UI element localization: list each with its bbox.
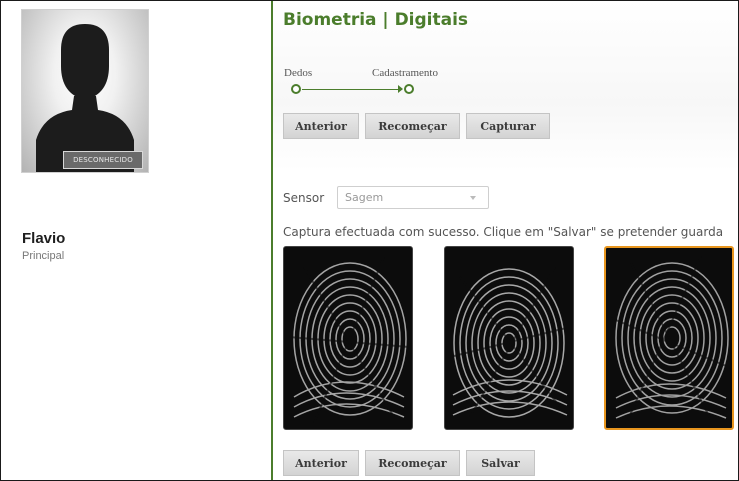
restart-button[interactable]: Recomeçar bbox=[365, 113, 460, 139]
chevron-down-icon bbox=[470, 196, 476, 200]
step-arrow-icon bbox=[398, 85, 403, 93]
save-button[interactable]: Salvar bbox=[466, 450, 535, 476]
fingerprint-icon bbox=[288, 256, 410, 424]
user-role: Principal bbox=[22, 250, 65, 262]
page-title: Biometria | Digitais bbox=[283, 10, 469, 30]
previous-button[interactable]: Anterior bbox=[283, 113, 359, 139]
sensor-value: Sagem bbox=[345, 191, 384, 204]
step-connector bbox=[302, 89, 402, 90]
step-dot-enrollment[interactable] bbox=[404, 84, 414, 94]
window: DESCONHECIDO Flavio Principal Biometria … bbox=[0, 0, 739, 481]
step-dot-fingers[interactable] bbox=[291, 84, 301, 94]
profile-panel: DESCONHECIDO Flavio Principal bbox=[1, 1, 271, 480]
person-silhouette-icon bbox=[36, 24, 134, 172]
capture-message: Captura efectuada com sucesso. Clique em… bbox=[283, 225, 724, 239]
fingerprint-image-2[interactable] bbox=[444, 246, 574, 430]
restart-button-bottom[interactable]: Recomeçar bbox=[365, 450, 460, 476]
fingerprint-image-3[interactable] bbox=[604, 246, 734, 430]
fingerprint-image-1[interactable] bbox=[283, 246, 413, 430]
user-name: Flavio bbox=[22, 230, 66, 247]
previous-button-bottom[interactable]: Anterior bbox=[283, 450, 359, 476]
sensor-select[interactable]: Sagem bbox=[337, 186, 489, 209]
step-label-fingers: Dedos bbox=[284, 67, 313, 79]
status-badge: DESCONHECIDO bbox=[63, 151, 143, 169]
capture-button[interactable]: Capturar bbox=[466, 113, 550, 139]
fingerprint-icon bbox=[610, 255, 732, 425]
step-label-enrollment: Cadastramento bbox=[372, 67, 438, 79]
avatar: DESCONHECIDO bbox=[21, 9, 149, 173]
sensor-label: Sensor bbox=[283, 191, 325, 205]
fingerprint-icon bbox=[449, 266, 571, 418]
